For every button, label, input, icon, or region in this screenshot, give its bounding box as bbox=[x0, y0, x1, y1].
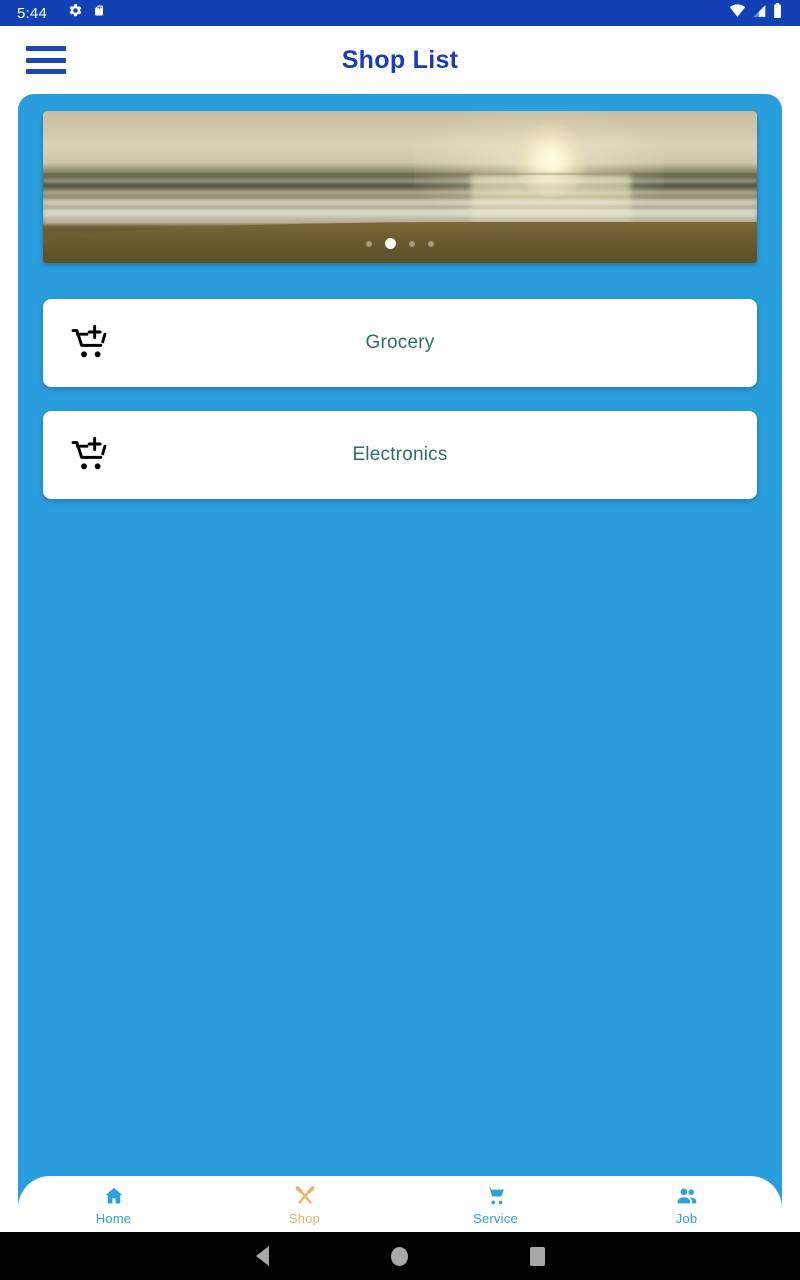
home-icon bbox=[103, 1183, 125, 1209]
nav-label-job: Job bbox=[675, 1210, 698, 1226]
cellular-signal-icon bbox=[752, 4, 767, 23]
hamburger-menu-icon[interactable] bbox=[26, 46, 66, 74]
battery-icon bbox=[773, 3, 782, 23]
gear-icon bbox=[68, 3, 83, 23]
wave-3 bbox=[43, 199, 757, 207]
content-panel: Grocery Electronics bbox=[18, 94, 782, 1232]
menu-bar-1 bbox=[26, 46, 66, 51]
carousel-indicators bbox=[43, 238, 757, 249]
add-shopping-cart-icon bbox=[67, 431, 115, 479]
status-bar: 5:44 bbox=[0, 0, 800, 26]
android-navigation-bar bbox=[0, 1232, 800, 1280]
bottom-navigation-bar: Home Shop Service Job bbox=[18, 1176, 782, 1232]
wave-1 bbox=[43, 179, 757, 184]
app-bar: Shop List bbox=[0, 26, 800, 94]
sd-card-icon bbox=[93, 3, 105, 23]
horizon-line bbox=[43, 173, 757, 176]
nav-label-home: Home bbox=[95, 1210, 132, 1226]
carousel-dot[interactable] bbox=[428, 240, 434, 247]
carousel-dot[interactable] bbox=[366, 240, 372, 247]
nav-item-shop[interactable]: Shop bbox=[209, 1183, 400, 1226]
nav-label-service: Service bbox=[473, 1210, 518, 1226]
carousel-dot-active[interactable] bbox=[385, 238, 396, 249]
back-button[interactable] bbox=[255, 1246, 269, 1266]
home-button[interactable] bbox=[390, 1246, 408, 1266]
category-label: Grocery bbox=[365, 332, 435, 353]
carousel-dot[interactable] bbox=[409, 240, 415, 247]
status-bar-right bbox=[729, 3, 782, 23]
status-bar-left: 5:44 bbox=[10, 3, 105, 23]
tools-icon bbox=[294, 1183, 316, 1209]
nav-item-home[interactable]: Home bbox=[18, 1183, 209, 1226]
category-card-grocery[interactable]: Grocery bbox=[43, 299, 757, 387]
nav-label-shop: Shop bbox=[288, 1210, 321, 1226]
menu-bar-2 bbox=[26, 57, 66, 63]
add-shopping-cart-icon bbox=[67, 319, 115, 367]
wave-2 bbox=[43, 190, 757, 196]
wifi-icon bbox=[729, 3, 746, 23]
category-card-electronics[interactable]: Electronics bbox=[43, 411, 757, 499]
nav-item-service[interactable]: Service bbox=[400, 1183, 591, 1226]
image-carousel[interactable] bbox=[43, 111, 757, 263]
nav-item-job[interactable]: Job bbox=[591, 1183, 782, 1226]
page-title: Shop List bbox=[341, 45, 459, 74]
menu-bar-3 bbox=[26, 69, 66, 74]
cart-icon bbox=[485, 1183, 507, 1209]
app-screen: 5:44 Shop List Grocery Electronics Home … bbox=[0, 0, 800, 1280]
category-label: Electronics bbox=[352, 444, 448, 465]
status-bar-clock: 5:44 bbox=[17, 4, 47, 22]
recents-button[interactable] bbox=[529, 1246, 545, 1266]
people-icon bbox=[675, 1183, 699, 1209]
